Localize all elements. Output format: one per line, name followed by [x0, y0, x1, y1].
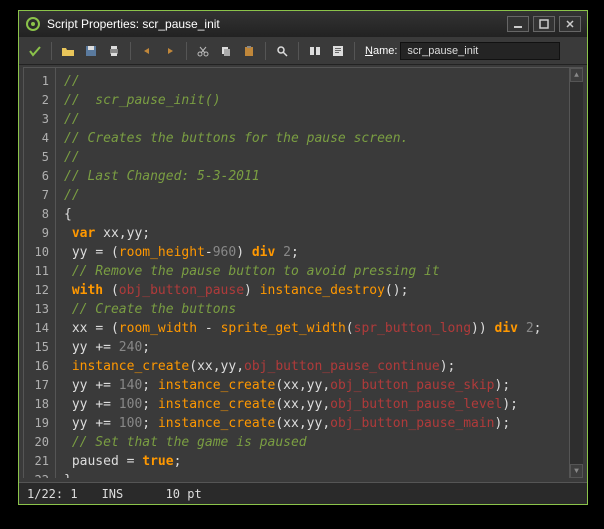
paste-button[interactable]: [239, 41, 259, 61]
check-button[interactable]: [328, 41, 348, 61]
scroll-track[interactable]: [570, 82, 583, 464]
line-number: 1: [24, 72, 49, 91]
maximize-button[interactable]: [533, 16, 555, 32]
undo-button[interactable]: [137, 41, 157, 61]
code-editor: 12345678910111213141516171819202122 ////…: [23, 67, 583, 478]
code-line: yy += 100; instance_create(xx,yy,obj_but…: [64, 395, 561, 414]
line-number: 15: [24, 338, 49, 357]
line-number: 11: [24, 262, 49, 281]
close-button[interactable]: [559, 16, 581, 32]
line-number: 9: [24, 224, 49, 243]
line-number-gutter: 12345678910111213141516171819202122: [24, 68, 56, 478]
copy-button[interactable]: [216, 41, 236, 61]
line-number: 4: [24, 129, 49, 148]
code-line: instance_create(xx,yy,obj_button_pause_c…: [64, 357, 561, 376]
code-area[interactable]: //// scr_pause_init()//// Creates the bu…: [56, 68, 569, 478]
line-number: 13: [24, 300, 49, 319]
save-button[interactable]: [81, 41, 101, 61]
statusbar: 1/22: 1 INS 10 pt: [19, 482, 587, 504]
code-line: with (obj_button_pause) instance_destroy…: [64, 281, 561, 300]
line-number: 2: [24, 91, 49, 110]
line-number: 16: [24, 357, 49, 376]
separator: [130, 42, 131, 60]
line-number: 14: [24, 319, 49, 338]
code-line: }: [64, 471, 561, 478]
line-number: 10: [24, 243, 49, 262]
code-line: yy += 240;: [64, 338, 561, 357]
print-button[interactable]: [104, 41, 124, 61]
line-number: 3: [24, 110, 49, 129]
find-button[interactable]: [272, 41, 292, 61]
line-number: 12: [24, 281, 49, 300]
window-title: Script Properties: scr_pause_init: [47, 17, 501, 31]
line-number: 8: [24, 205, 49, 224]
separator: [354, 42, 355, 60]
titlebar[interactable]: Script Properties: scr_pause_init: [19, 11, 587, 37]
code-line: xx = (room_width - sprite_get_width(spr_…: [64, 319, 561, 338]
status-position: 1/22: 1: [27, 487, 78, 501]
code-line: //: [64, 148, 561, 167]
code-line: yy += 140; instance_create(xx,yy,obj_but…: [64, 376, 561, 395]
redo-button[interactable]: [160, 41, 180, 61]
code-line: //: [64, 72, 561, 91]
line-number: 5: [24, 148, 49, 167]
code-line: // scr_pause_init(): [64, 91, 561, 110]
code-line: var xx,yy;: [64, 224, 561, 243]
code-line: // Creates the buttons for the pause scr…: [64, 129, 561, 148]
scroll-up-button[interactable]: ▲: [570, 68, 583, 82]
status-mode: INS: [102, 487, 142, 501]
code-line: yy = (room_height-960) div 2;: [64, 243, 561, 262]
code-line: // Set that the game is paused: [64, 433, 561, 452]
confirm-button[interactable]: [25, 41, 45, 61]
window-controls: [507, 16, 581, 32]
code-line: yy += 100; instance_create(xx,yy,obj_but…: [64, 414, 561, 433]
code-line: //: [64, 186, 561, 205]
code-line: //: [64, 110, 561, 129]
line-number: 20: [24, 433, 49, 452]
toolbar: Name:: [19, 37, 587, 65]
line-number: 21: [24, 452, 49, 471]
line-number: 18: [24, 395, 49, 414]
vertical-scrollbar[interactable]: ▲ ▼: [569, 68, 583, 478]
script-name-input[interactable]: [400, 42, 560, 60]
code-line: // Create the buttons: [64, 300, 561, 319]
name-label: Name:: [365, 45, 397, 57]
code-line: {: [64, 205, 561, 224]
code-line: // Remove the pause button to avoid pres…: [64, 262, 561, 281]
separator: [51, 42, 52, 60]
open-button[interactable]: [58, 41, 78, 61]
goto-button[interactable]: [305, 41, 325, 61]
scroll-down-button[interactable]: ▼: [570, 464, 583, 478]
line-number: 6: [24, 167, 49, 186]
cut-button[interactable]: [193, 41, 213, 61]
app-icon: [25, 16, 41, 32]
script-properties-window: Script Properties: scr_pause_init Name: …: [18, 10, 588, 505]
separator: [186, 42, 187, 60]
status-fontsize: 10 pt: [166, 487, 206, 501]
line-number: 17: [24, 376, 49, 395]
code-line: paused = true;: [64, 452, 561, 471]
code-line: // Last Changed: 5-3-2011: [64, 167, 561, 186]
line-number: 19: [24, 414, 49, 433]
separator: [265, 42, 266, 60]
separator: [298, 42, 299, 60]
line-number: 22: [24, 471, 49, 478]
line-number: 7: [24, 186, 49, 205]
minimize-button[interactable]: [507, 16, 529, 32]
